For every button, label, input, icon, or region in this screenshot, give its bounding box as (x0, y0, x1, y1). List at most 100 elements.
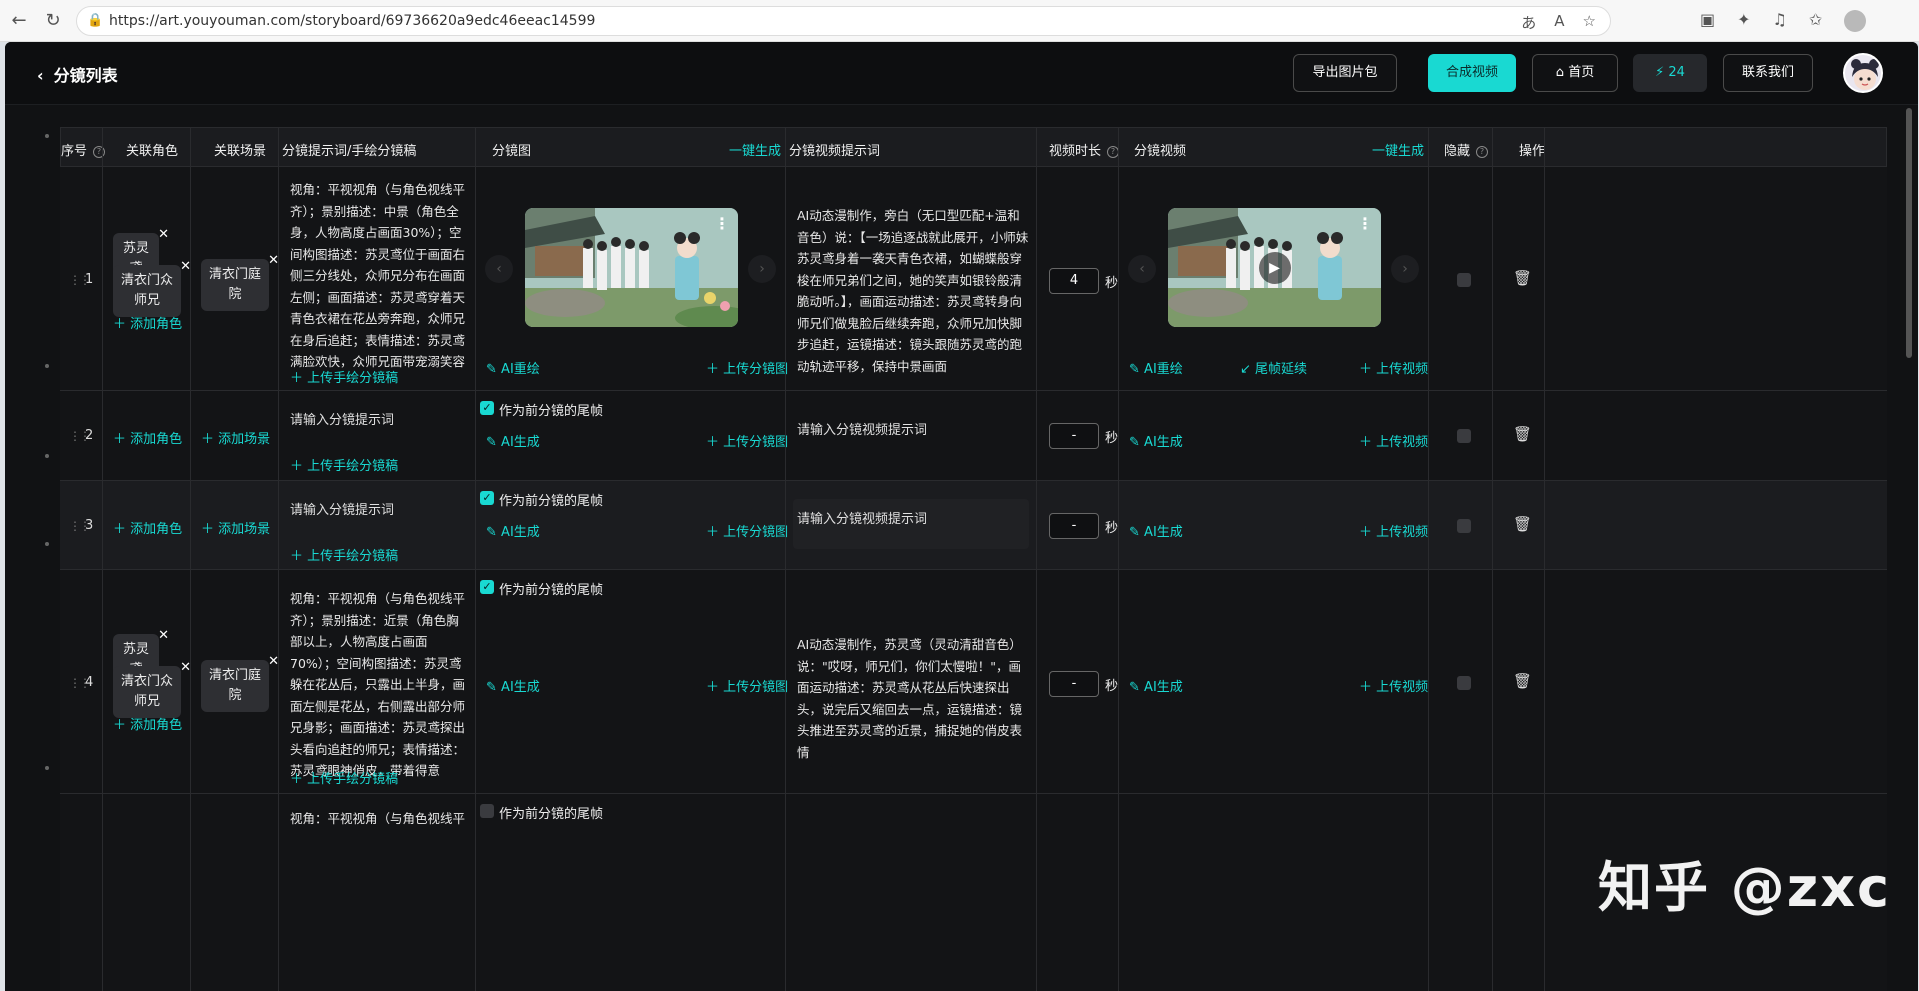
image-generate-all-button[interactable]: 一键生成 (729, 140, 781, 159)
ai-generate-button[interactable]: ✎ AI生成 (486, 521, 540, 540)
upload-image-label: 上传分镜图 (723, 435, 789, 450)
use-prev-frame-checkbox[interactable] (480, 804, 494, 818)
upload-image-button[interactable]: ＋ 上传分镜图 (706, 431, 788, 450)
next-video-arrow-icon[interactable]: › (1391, 255, 1419, 283)
export-images-button[interactable]: 导出图片包 (1293, 54, 1397, 92)
prompt-text[interactable]: 视角：平视视角（与角色视线平齐）；景别描述：中景（角色全身，人物高度占画面30%… (290, 179, 468, 373)
add-role-button[interactable]: ＋ 添加角色 (113, 313, 182, 332)
points-badge[interactable]: ⚡ 24 (1633, 54, 1707, 92)
favorites-icon[interactable]: ✩ (1809, 10, 1822, 32)
vertical-scrollbar[interactable] (1906, 108, 1912, 358)
upload-sketch-button[interactable]: ＋ 上传手绘分镜稿 (290, 768, 398, 787)
tail-extend-button[interactable]: ↙ 尾帧延续 (1240, 358, 1307, 377)
extensions-icon[interactable]: ✦ (1737, 10, 1750, 32)
contact-us-button[interactable]: 联系我们 (1723, 54, 1813, 92)
back-arrow-icon[interactable]: ← (8, 10, 30, 32)
seconds-label: 秒 (1105, 679, 1119, 694)
ai-generate-label: AI生成 (501, 680, 540, 695)
role-tag-label: 清衣门众师兄 (121, 674, 174, 709)
delete-icon[interactable]: 🗑 (1513, 425, 1532, 443)
use-prev-frame-checkbox[interactable]: ✓ (480, 491, 494, 505)
delete-icon[interactable]: 🗑 (1513, 672, 1532, 690)
storyboard-video[interactable]: ⋮ ▶ (1168, 208, 1381, 327)
reload-icon[interactable]: ↻ (42, 10, 64, 32)
prev-video-arrow-icon[interactable]: ‹ (1128, 255, 1156, 283)
storyboard-image[interactable]: ⋮ (525, 208, 738, 327)
upload-sketch-button[interactable]: ＋ 上传手绘分镜稿 (290, 367, 398, 386)
remove-role-icon[interactable]: ✕ (158, 225, 169, 245)
use-prev-frame-label: 作为前分镜的尾帧 (499, 583, 604, 598)
delete-icon[interactable]: 🗑 (1513, 515, 1532, 533)
video-generate-all-button[interactable]: 一键生成 (1372, 140, 1424, 159)
video-ai-generate-button[interactable]: ✎ AI生成 (1129, 431, 1183, 450)
prev-image-arrow-icon[interactable]: ‹ (485, 255, 513, 283)
back-to-list-button[interactable]: ‹ 分镜列表 (37, 62, 118, 86)
upload-video-button[interactable]: ＋ 上传视频 (1359, 521, 1428, 540)
hide-checkbox[interactable] (1457, 519, 1471, 533)
video-prompt-input[interactable]: 请输入分镜视频提示词 (797, 419, 927, 438)
more-options-icon[interactable]: ⋮ (714, 214, 730, 233)
magic-wand-icon: ✎ (1129, 362, 1140, 377)
media-icon[interactable]: ♫ (1773, 10, 1787, 32)
hide-checkbox[interactable] (1457, 429, 1471, 443)
help-icon[interactable]: ? (93, 146, 106, 158)
remove-role-icon[interactable]: ✕ (158, 626, 169, 646)
duration-input[interactable]: - (1049, 671, 1099, 697)
next-image-arrow-icon[interactable]: › (748, 255, 776, 283)
add-scene-button[interactable]: ＋ 添加场景 (201, 518, 270, 537)
url-text[interactable]: https://art.youyouman.com/storyboard/697… (109, 13, 595, 29)
upload-image-button[interactable]: ＋ 上传分镜图 (706, 676, 788, 695)
hide-checkbox[interactable] (1457, 676, 1471, 690)
scene-tag: 清衣门庭院 ✕ (201, 253, 279, 311)
translate-icon[interactable]: あ (1521, 12, 1536, 33)
duration-input[interactable]: - (1049, 513, 1099, 539)
video-prompt-text[interactable]: AI动态漫制作，苏灵鸢（灵动清甜音色）说："哎呀，师兄们，你们太慢啦！"，画面运… (797, 634, 1029, 763)
upload-sketch-button[interactable]: ＋ 上传手绘分镜稿 (290, 455, 398, 474)
play-icon[interactable]: ▶ (1258, 251, 1291, 284)
use-prev-frame-checkbox[interactable]: ✓ (480, 580, 494, 594)
home-button[interactable]: ⌂ 首页 (1532, 54, 1618, 92)
ai-redraw-button[interactable]: ✎ AI重绘 (486, 358, 540, 377)
add-role-label: 添加角色 (130, 432, 183, 447)
prompt-input[interactable]: 请输入分镜提示词 (290, 499, 394, 518)
use-prev-frame-checkbox[interactable]: ✓ (480, 401, 494, 415)
upload-video-button[interactable]: ＋ 上传视频 (1359, 431, 1428, 450)
prompt-text[interactable]: 视角：平视视角（与角色视线平齐）；景别描述：近景（角色胸部以上，人物高度占画面7… (290, 588, 468, 782)
delete-icon[interactable]: 🗑 (1513, 269, 1532, 287)
ai-generate-button[interactable]: ✎ AI生成 (486, 676, 540, 695)
ai-generate-label: AI生成 (1144, 525, 1183, 540)
add-role-button[interactable]: ＋ 添加角色 (113, 518, 182, 537)
prompt-input[interactable]: 请输入分镜提示词 (290, 409, 394, 428)
duration-input[interactable]: - (1049, 423, 1099, 449)
seconds-label: 秒 (1105, 276, 1119, 291)
video-prompt-input[interactable]: 请输入分镜视频提示词 (797, 508, 927, 527)
user-avatar[interactable] (1843, 53, 1883, 93)
read-aloud-icon[interactable]: A (1554, 12, 1564, 33)
compose-video-button[interactable]: 合成视频 (1428, 54, 1516, 92)
video-ai-generate-button[interactable]: ✎ AI生成 (1129, 676, 1183, 695)
split-screen-icon[interactable]: ▣ (1700, 10, 1715, 32)
video-ai-redraw-button[interactable]: ✎ AI重绘 (1129, 358, 1183, 377)
hide-checkbox[interactable] (1457, 273, 1471, 287)
profile-avatar-icon[interactable] (1844, 10, 1867, 32)
ai-redraw-label: AI重绘 (501, 362, 540, 377)
prompt-text[interactable]: 视角：平视视角（与角色视线平 (290, 808, 480, 830)
upload-image-button[interactable]: ＋ 上传分镜图 (706, 521, 788, 540)
favorite-star-icon[interactable]: ☆ (1583, 12, 1596, 33)
add-role-button[interactable]: ＋ 添加角色 (113, 714, 182, 733)
video-prompt-text[interactable]: AI动态漫制作，旁白（无口型匹配+温和音色）说：【一场追逐战就此展开，小师妹苏灵… (797, 205, 1029, 377)
add-scene-button[interactable]: ＋ 添加场景 (201, 428, 270, 447)
upload-video-button[interactable]: ＋ 上传视频 (1359, 676, 1428, 695)
help-icon[interactable]: ? (1476, 146, 1489, 158)
upload-video-button[interactable]: ＋ 上传视频 (1359, 358, 1428, 377)
address-bar[interactable]: 🔒 https://art.youyouman.com/storyboard/6… (76, 6, 1611, 36)
upload-image-button[interactable]: ＋ 上传分镜图 (706, 358, 788, 377)
more-options-icon[interactable]: ⋮ (1357, 214, 1373, 233)
header-ops: 操作 (1519, 144, 1546, 159)
duration-input[interactable]: 4 (1049, 268, 1099, 294)
add-role-button[interactable]: ＋ 添加角色 (113, 428, 182, 447)
column-divider (1118, 127, 1119, 991)
upload-sketch-button[interactable]: ＋ 上传手绘分镜稿 (290, 545, 398, 564)
video-ai-generate-button[interactable]: ✎ AI生成 (1129, 521, 1183, 540)
ai-generate-button[interactable]: ✎ AI生成 (486, 431, 540, 450)
